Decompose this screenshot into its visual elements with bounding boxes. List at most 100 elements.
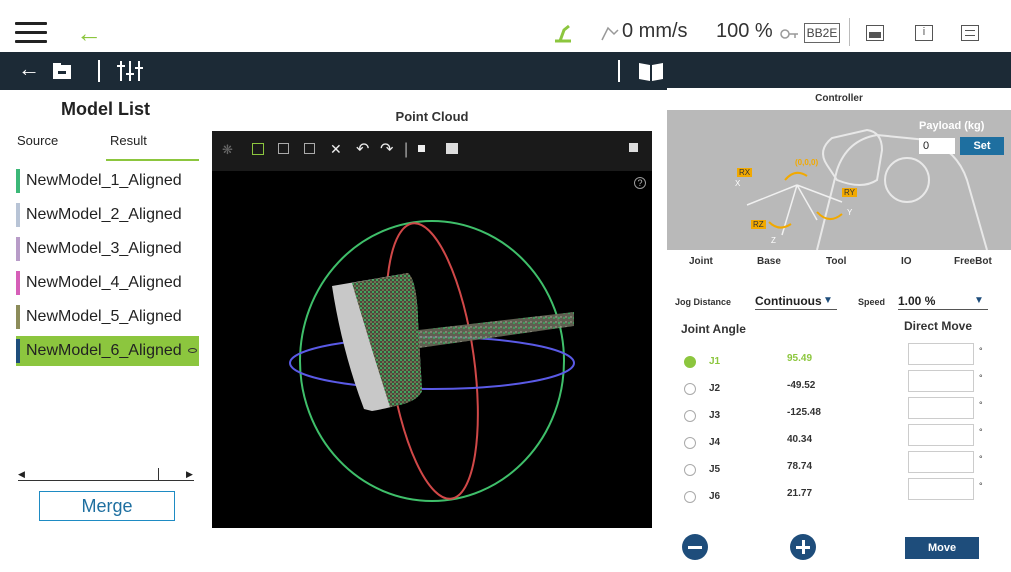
- speed-readout: 0 mm/s: [622, 20, 688, 42]
- y-label: Y: [847, 208, 853, 217]
- undo-icon[interactable]: ↶: [356, 139, 369, 159]
- point-cloud-viewport[interactable]: ?: [212, 171, 652, 528]
- redo-icon[interactable]: ↷: [380, 139, 393, 159]
- direct-move-input[interactable]: [908, 451, 974, 473]
- model-list-item[interactable]: NewModel_1_Aligned: [16, 166, 199, 196]
- rz-label: RZ: [751, 220, 766, 229]
- rx-label: RX: [737, 168, 753, 177]
- model-list-panel: Model List Source Result NewModel_1_Alig…: [12, 95, 199, 528]
- select-all-icon[interactable]: [252, 143, 264, 155]
- speed-select[interactable]: 1.00 % ▼: [898, 294, 988, 310]
- point-size-icon[interactable]: [418, 145, 425, 152]
- model-color-bar: [16, 169, 20, 193]
- tab-underline: [106, 159, 199, 161]
- view-options-icon[interactable]: [629, 143, 638, 152]
- tab-joint[interactable]: Joint: [689, 256, 713, 267]
- model-list-item-label: NewModel_6_Aligned: [26, 342, 182, 359]
- model-list-item[interactable]: NewModel_5_Aligned: [16, 302, 199, 332]
- key-icon: [780, 29, 798, 39]
- copy-icon[interactable]: [304, 143, 315, 154]
- set-button[interactable]: Set: [960, 137, 1004, 155]
- model-list-item[interactable]: NewModel_4_Aligned: [16, 268, 199, 298]
- speed-percent: 100 %: [716, 20, 773, 42]
- joint-radio[interactable]: [684, 410, 696, 422]
- document-icon[interactable]: [961, 25, 979, 41]
- payload-input[interactable]: 0: [919, 138, 955, 154]
- minus-button[interactable]: [682, 534, 708, 560]
- controller-panel: Controller Payload (kg) 0 Set RX X (0,0,…: [667, 88, 1011, 572]
- robot-preview: Payload (kg) 0 Set RX X (0,0,0) RY Y RZ …: [667, 110, 1011, 250]
- back-icon[interactable]: ←: [18, 56, 40, 82]
- divider: [618, 60, 620, 82]
- origin-label: (0,0,0): [795, 158, 819, 167]
- model-list-title: Model List: [61, 99, 150, 119]
- tab-result[interactable]: Result: [110, 133, 147, 148]
- plus-button[interactable]: [790, 534, 816, 560]
- direct-move-input[interactable]: [908, 424, 974, 446]
- direct-move-input[interactable]: [908, 343, 974, 365]
- joint-radio[interactable]: [684, 464, 696, 476]
- joint-radio[interactable]: [684, 491, 696, 503]
- direct-move-input[interactable]: [908, 397, 974, 419]
- delete-icon[interactable]: ✕: [330, 141, 342, 158]
- speed-value: 1.00 %: [898, 294, 936, 308]
- jog-distance-label: Jog Distance: [675, 297, 732, 307]
- tab-freebot[interactable]: FreeBot: [954, 256, 992, 267]
- top-status-bar: ← 0 mm/s 100 % BB2E i: [0, 0, 1011, 52]
- degree-unit: °: [979, 346, 983, 356]
- joint-radio[interactable]: [684, 383, 696, 395]
- pin-icon[interactable]: ❋: [222, 142, 233, 158]
- direct-move-input[interactable]: [908, 478, 974, 500]
- controller-box-icon[interactable]: [866, 25, 884, 41]
- model-list-item-label: NewModel_1_Aligned: [26, 172, 182, 189]
- chevron-down-icon: ▼: [823, 295, 833, 306]
- joint-name: J3: [709, 410, 721, 421]
- joint-angle-label: Joint Angle: [681, 322, 746, 336]
- z-label: Z: [771, 236, 776, 245]
- tab-source[interactable]: Source: [17, 133, 58, 148]
- model-color-bar: [16, 237, 20, 261]
- hamburger-menu-icon[interactable]: [15, 22, 47, 44]
- folder-icon[interactable]: [52, 61, 72, 81]
- joint-radio[interactable]: [684, 437, 696, 449]
- tab-tool[interactable]: Tool: [826, 256, 846, 267]
- direct-move-label: Direct Move: [904, 319, 973, 333]
- joint-value: -49.52: [787, 380, 816, 391]
- point-cloud-panel: Point Cloud ❋ ✕ ↶ ↷ | ?: [212, 95, 652, 528]
- tab-io[interactable]: IO: [901, 256, 912, 267]
- back-arrow-icon[interactable]: ←: [76, 18, 102, 49]
- degree-unit: °: [979, 481, 983, 491]
- cube-view-icon[interactable]: [446, 143, 458, 154]
- robot-arm-icon[interactable]: [552, 22, 574, 44]
- dark-toolbar: ←: [0, 52, 1011, 90]
- model-list-item[interactable]: NewModel_3_Aligned: [16, 234, 199, 264]
- info-icon[interactable]: i: [915, 25, 933, 41]
- settings-sliders-icon[interactable]: [116, 58, 144, 84]
- chevron-down-icon: ▼: [974, 295, 984, 306]
- model-list-item-label: NewModel_4_Aligned: [26, 274, 182, 291]
- book-icon[interactable]: [638, 60, 664, 82]
- model-color-bar: [16, 305, 20, 329]
- joint-radio[interactable]: [684, 356, 696, 368]
- point-cloud-render: [289, 220, 575, 502]
- visibility-icon[interactable]: [188, 348, 197, 353]
- point-cloud-title: Point Cloud: [395, 109, 469, 124]
- move-button[interactable]: Move: [905, 537, 979, 559]
- joint-value: 40.34: [787, 434, 813, 445]
- joint-name: J6: [709, 491, 721, 502]
- direct-move-input[interactable]: [908, 370, 974, 392]
- divider: [98, 60, 100, 82]
- controller-title: Controller: [815, 93, 863, 104]
- model-list-item[interactable]: NewModel_6_Aligned: [16, 336, 199, 366]
- divider: [849, 18, 850, 46]
- speed-robot-icon: [601, 26, 619, 41]
- model-list-item[interactable]: NewModel_2_Aligned: [16, 200, 199, 230]
- payload-label: Payload (kg): [919, 120, 985, 132]
- degree-unit: °: [979, 400, 983, 410]
- jog-distance-select[interactable]: Continuous ▼: [755, 294, 837, 310]
- merge-button[interactable]: Merge: [39, 491, 175, 521]
- tab-base[interactable]: Base: [757, 256, 781, 267]
- horizontal-scrollbar[interactable]: ◀ ▶: [18, 468, 194, 481]
- robot-id-badge: BB2E: [804, 23, 840, 43]
- select-icon[interactable]: [278, 143, 289, 154]
